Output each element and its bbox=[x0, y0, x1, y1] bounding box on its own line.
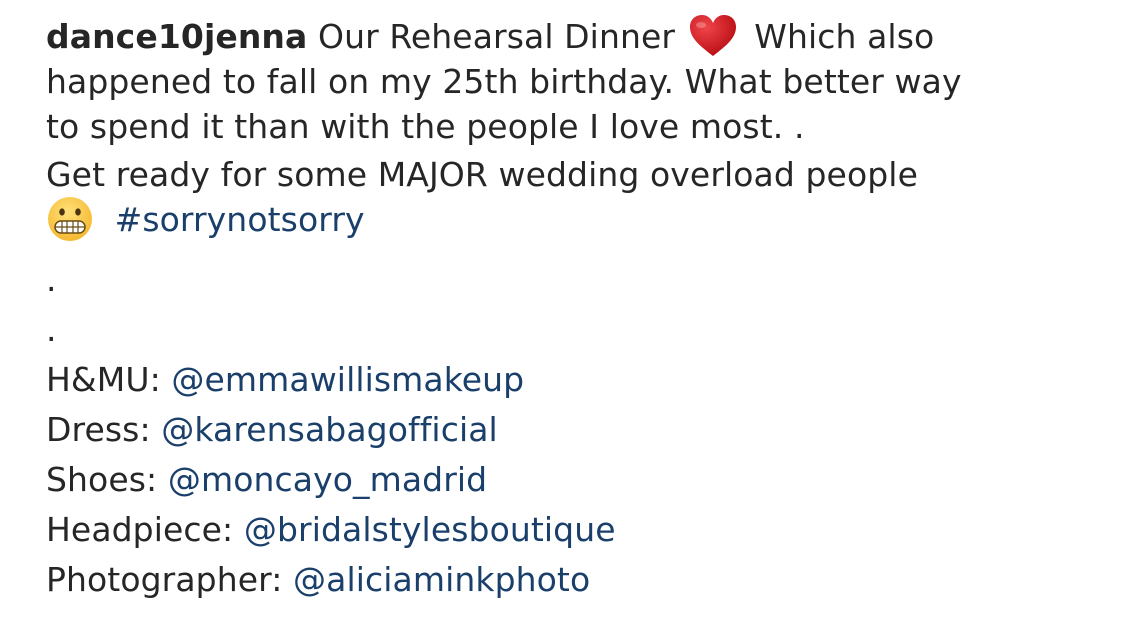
credit-row: H&MU: @emmawillismakeup bbox=[46, 355, 1106, 405]
credit-label: H&MU: bbox=[46, 359, 161, 399]
post-caption: dance10jenna Our Rehearsal Dinner Which … bbox=[46, 14, 1106, 605]
heart-icon bbox=[688, 14, 738, 58]
credit-handle-link[interactable]: @moncayo_madrid bbox=[168, 460, 487, 499]
caption-line-3: to spend it than with the people I love … bbox=[46, 107, 805, 146]
credit-label: Headpiece: bbox=[46, 509, 234, 549]
grimace-icon bbox=[46, 195, 94, 243]
credit-handle-link[interactable]: @karensabagofficial bbox=[161, 410, 498, 449]
caption-line-1: dance10jenna Our Rehearsal Dinner Which … bbox=[46, 14, 1106, 59]
credit-row: Photographer: @aliciaminkphoto bbox=[46, 555, 1106, 605]
credit-row: Headpiece: @bridalstylesboutique bbox=[46, 505, 1106, 555]
credit-row: Dress: @karensabagofficial bbox=[46, 405, 1106, 455]
credit-handle-link[interactable]: @emmawillismakeup bbox=[171, 360, 524, 399]
caption-text-1b: Which also bbox=[754, 17, 935, 56]
credit-row: Shoes: @moncayo_madrid bbox=[46, 455, 1106, 505]
caption-dot-1: . bbox=[46, 259, 57, 299]
caption-text-1a: Our Rehearsal Dinner bbox=[318, 17, 676, 56]
caption-line-5: #sorrynotsorry bbox=[46, 195, 1106, 243]
caption-dot-2: . bbox=[46, 309, 57, 349]
caption-line-2: happened to fall on my 25th birthday. Wh… bbox=[46, 62, 962, 101]
hashtag-link[interactable]: #sorrynotsorry bbox=[115, 200, 365, 239]
credit-handle-link[interactable]: @aliciaminkphoto bbox=[293, 560, 590, 599]
credit-handle-link[interactable]: @bridalstylesboutique bbox=[244, 510, 616, 549]
caption-line-4: Get ready for some MAJOR wedding overloa… bbox=[46, 155, 918, 194]
credits-list: H&MU: @emmawillismakeup Dress: @karensab… bbox=[46, 355, 1106, 605]
credit-label: Dress: bbox=[46, 409, 151, 449]
username-link[interactable]: dance10jenna bbox=[46, 17, 307, 56]
credit-label: Photographer: bbox=[46, 559, 283, 599]
credit-label: Shoes: bbox=[46, 459, 158, 499]
